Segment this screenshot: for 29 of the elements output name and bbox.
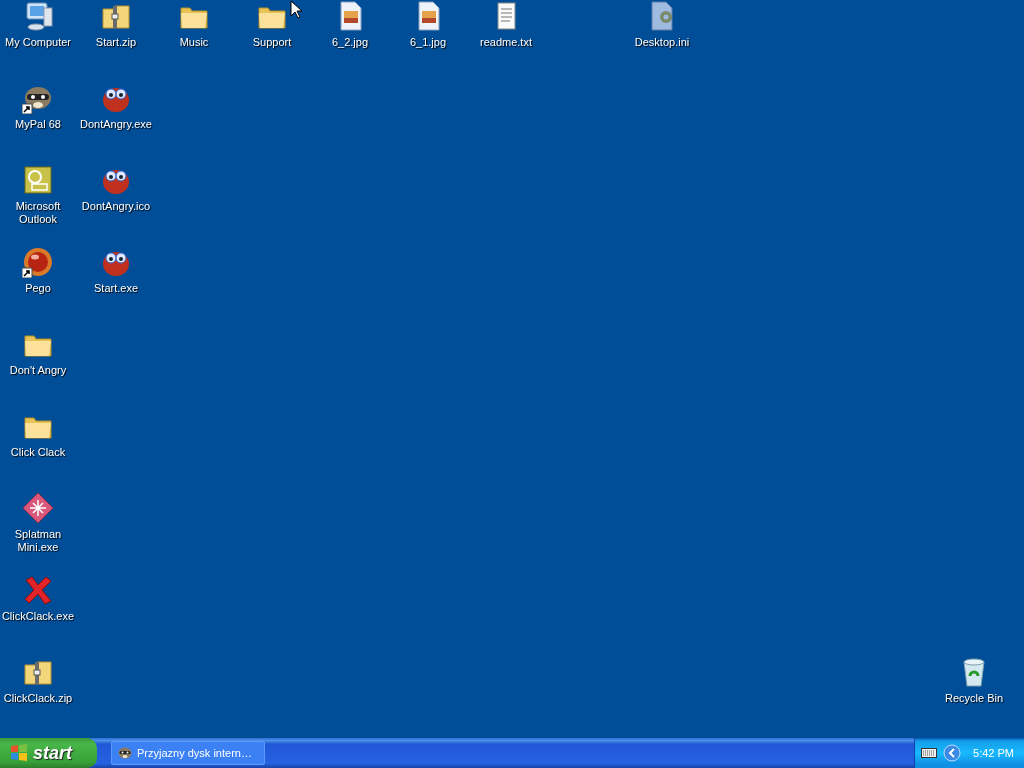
- keyboard-icon[interactable]: [921, 747, 938, 759]
- icon-label[interactable]: Start.exe: [94, 282, 138, 295]
- taskbar-task[interactable]: Przyjazny dysk intern…: [111, 741, 265, 765]
- icon-label[interactable]: My Computer: [5, 36, 71, 49]
- windows-logo-icon: [10, 744, 28, 762]
- raccoon-icon: [117, 745, 133, 761]
- icon-label[interactable]: ClickClack.zip: [3, 692, 73, 705]
- icon-label[interactable]: Click Clack: [10, 446, 66, 459]
- icon-label[interactable]: 6_1.jpg: [409, 36, 447, 49]
- icon-label[interactable]: Recycle Bin: [944, 692, 1004, 705]
- icon-label[interactable]: 6_2.jpg: [331, 36, 369, 49]
- diamond-icon[interactable]: [22, 492, 54, 524]
- icon-label[interactable]: MyPal 68: [15, 118, 61, 131]
- icon-label[interactable]: Microsoft Outlook: [0, 200, 76, 226]
- icon-label[interactable]: ClickClack.exe: [1, 610, 75, 623]
- outlook-icon[interactable]: [22, 164, 54, 196]
- icon-label[interactable]: Music: [179, 36, 209, 49]
- icon-label[interactable]: Start.zip: [95, 36, 137, 49]
- icon-label[interactable]: Support: [252, 36, 292, 49]
- show-hidden-icons-icon[interactable]: [943, 744, 962, 762]
- icon-label[interactable]: readme.txt: [480, 36, 532, 49]
- mouse-cursor-icon: [290, 0, 302, 19]
- icon-label[interactable]: Splatman Mini.exe: [0, 528, 76, 554]
- icon-label[interactable]: Desktop.ini: [634, 36, 690, 49]
- icon-label[interactable]: DontAngry.exe: [80, 118, 152, 131]
- icon-label[interactable]: Don't Angry: [9, 364, 67, 377]
- icon-label[interactable]: Pego: [25, 282, 51, 295]
- icon-label[interactable]: DontAngry.ico: [81, 200, 151, 213]
- orb-icon[interactable]: [22, 246, 54, 278]
